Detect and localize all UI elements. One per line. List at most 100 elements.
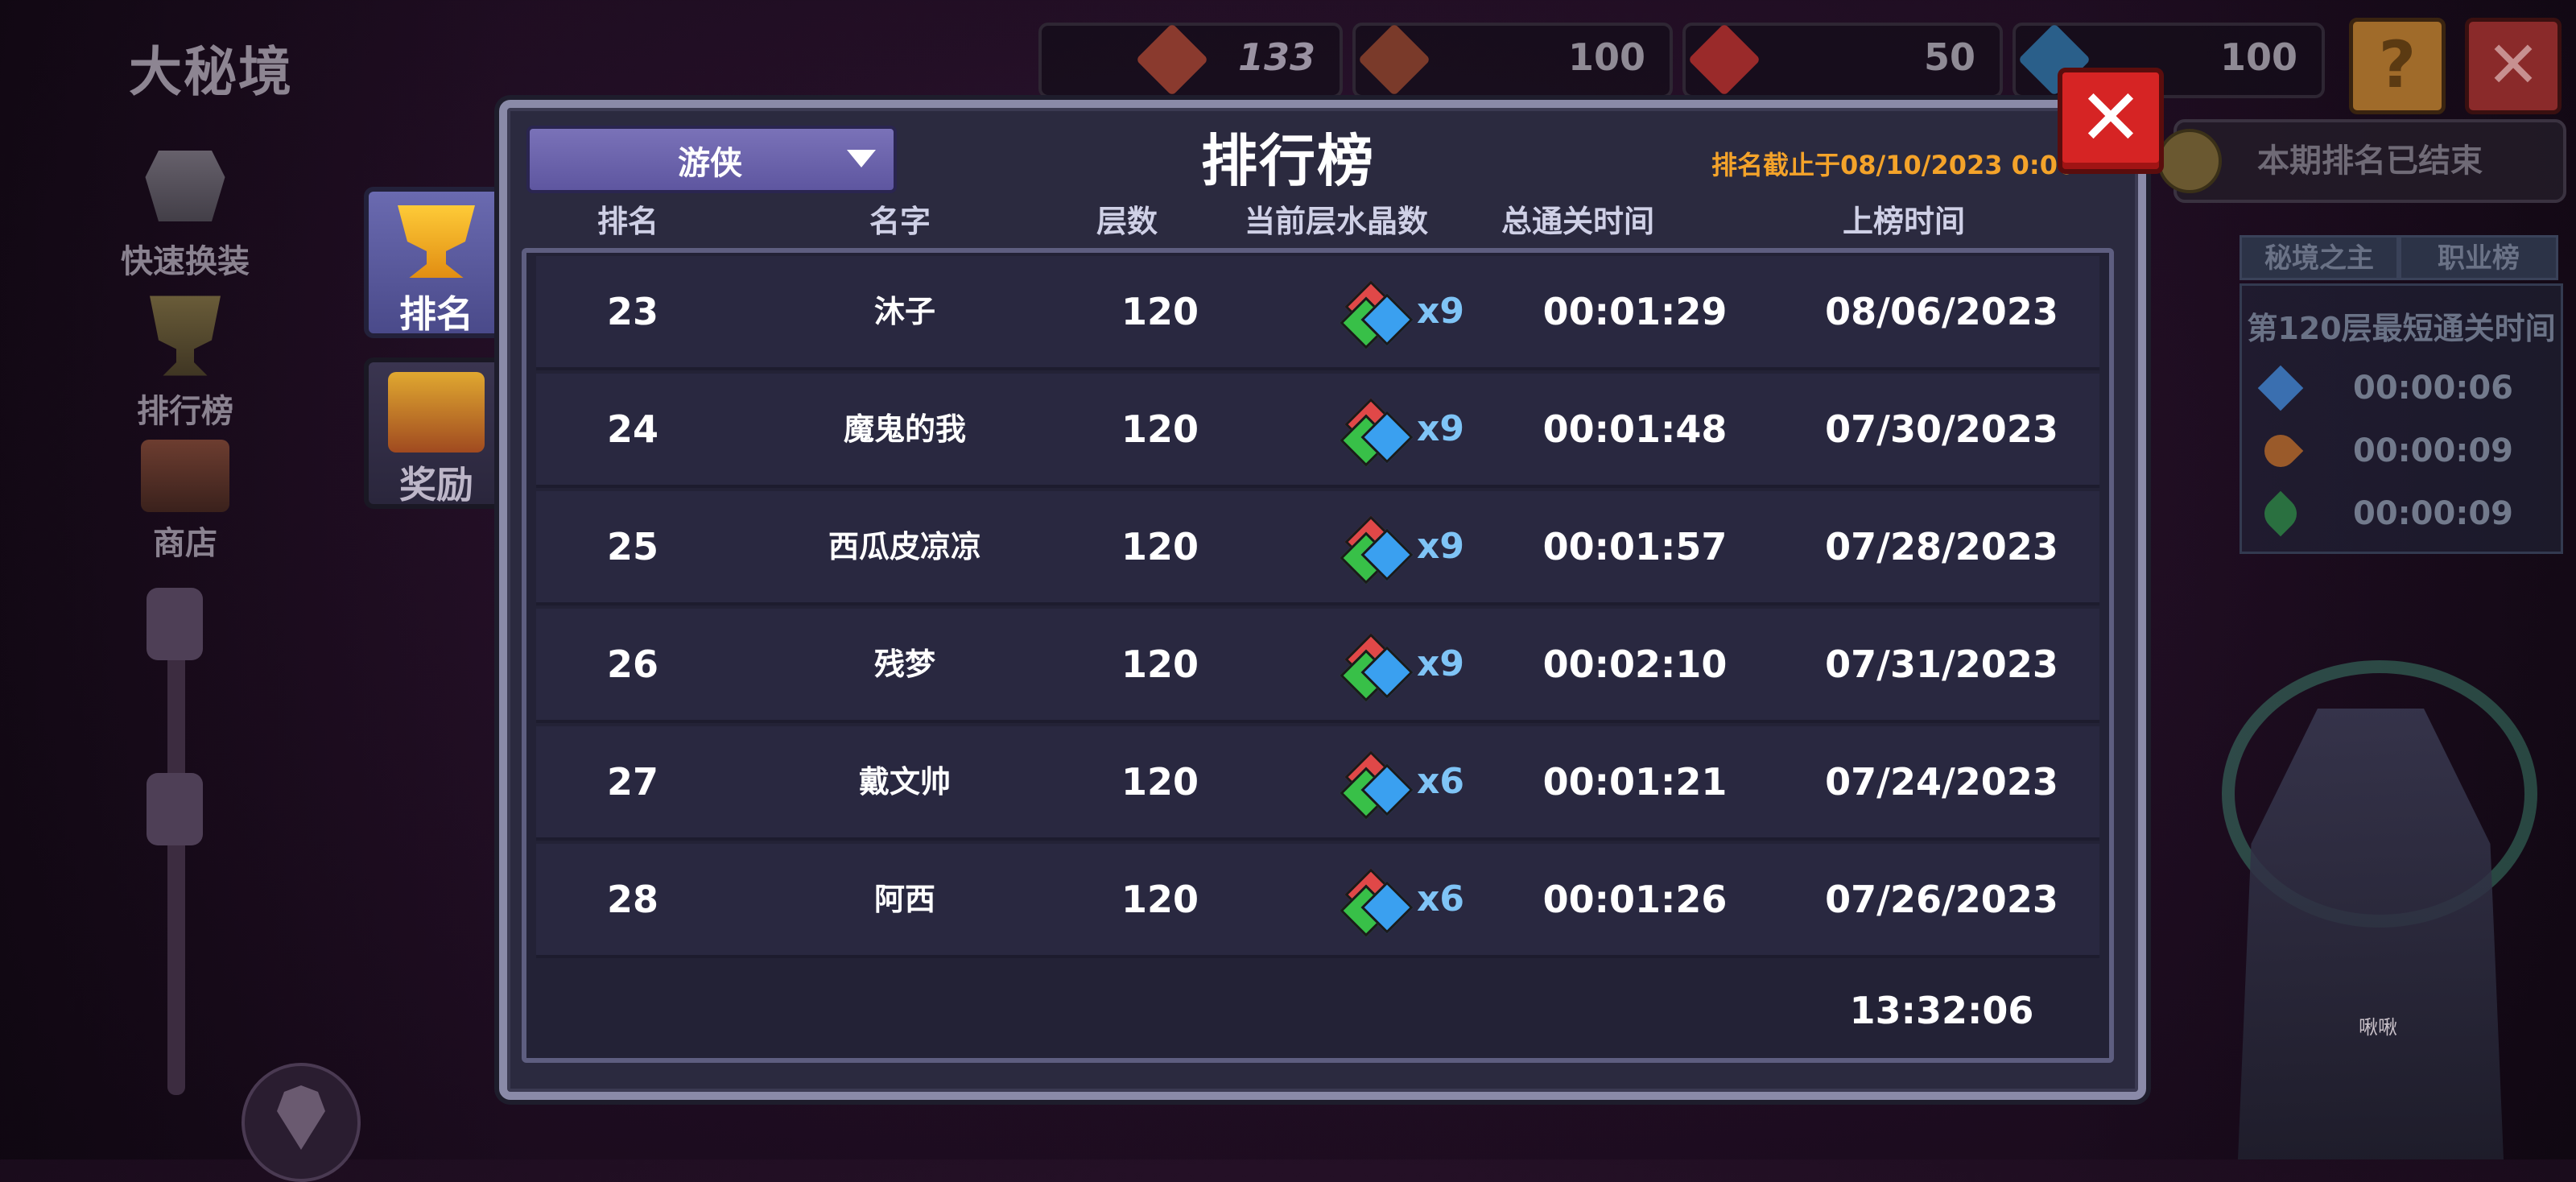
floor-cell: 120 <box>1121 760 1199 804</box>
crystal-cell: x9 <box>1269 374 1486 485</box>
resource-slot-3: 50 <box>1682 23 2003 98</box>
total-time-cell: 00:01:48 <box>1542 407 1728 451</box>
listed-time-cell: 07/31/2023 00:14:04 <box>1825 643 2058 797</box>
table-row[interactable]: 28 阿西 120 x6 00:01:26 07/26/2023 13:32:0… <box>536 844 2099 1032</box>
resource-slot-1: 133 <box>1038 23 1343 98</box>
name-cell: 魔鬼的我 <box>843 411 966 447</box>
col-rank: 排名 <box>597 204 658 239</box>
rank-cell: 28 <box>606 878 658 921</box>
floor-cell: 120 <box>1121 290 1199 333</box>
game-title: 大秘境 <box>129 41 293 103</box>
modal-title: 排行榜 <box>1201 128 1375 194</box>
tab-rank-label: 排名 <box>399 292 473 336</box>
resource-slot-2: 100 <box>1352 23 1673 98</box>
ranking-table[interactable]: 23 沐子 120 x9 00:01:29 08/06/2023 21:47:0… <box>522 248 2114 1063</box>
resource-value: 133 <box>1237 35 1315 79</box>
floor-marker-mid <box>147 773 203 845</box>
crystal-cell: x9 <box>1269 256 1486 367</box>
crystal-count: x9 <box>1417 643 1464 684</box>
crystal-icon <box>1340 398 1415 467</box>
resource-value: 100 <box>1567 35 1645 79</box>
right-tabs: 秘境之主 职业榜 <box>2240 235 2558 280</box>
total-time-cell: 00:01:26 <box>1542 878 1728 921</box>
trophy-icon <box>398 205 475 278</box>
rank-cell: 27 <box>606 760 658 804</box>
class-filter-value: 游侠 <box>678 145 742 182</box>
name-cell: 戴文帅 <box>858 764 951 800</box>
character-display: 啾啾 <box>2174 660 2576 1159</box>
col-crystals: 当前层水晶数 <box>1244 204 1428 239</box>
total-time-cell: 00:01:21 <box>1542 760 1728 804</box>
map-pin-button[interactable] <box>242 1063 361 1182</box>
total-time-cell: 00:01:29 <box>1542 290 1728 333</box>
total-time-cell: 00:01:57 <box>1542 525 1728 568</box>
listed-time-cell: 07/24/2023 22:15:03 <box>1825 760 2058 915</box>
name-cell: 阿西 <box>873 882 935 917</box>
help-button[interactable]: ? <box>2349 18 2446 114</box>
rank-cell: 25 <box>606 525 658 568</box>
gem-icon <box>1357 23 1431 97</box>
crystal-count: x6 <box>1417 761 1464 802</box>
record-time: 00:00:09 <box>2353 495 2513 532</box>
leaderboard-menu-label: 排行榜 <box>137 393 233 430</box>
col-name: 名字 <box>869 204 931 239</box>
shop-icon <box>141 440 229 512</box>
table-row[interactable]: 27 戴文帅 120 x6 00:01:21 07/24/2023 22:15:… <box>536 726 2099 915</box>
table-row[interactable]: 24 魔鬼的我 120 x9 00:01:48 07/30/2023 00:08… <box>536 374 2099 562</box>
treasure-chest-icon <box>388 372 485 453</box>
quick-equip-label: 快速换装 <box>121 243 250 280</box>
exit-button[interactable]: ✕ <box>2465 18 2562 114</box>
close-icon: ✕ <box>2078 72 2144 163</box>
blue-crystal-icon <box>2257 365 2304 411</box>
name-cell: 西瓜皮凉凉 <box>828 529 981 564</box>
crystal-count: x9 <box>1417 291 1464 332</box>
crystal-icon <box>1340 515 1415 585</box>
location-pin-icon <box>277 1085 325 1150</box>
record-row: 00:00:06 <box>2242 365 2561 411</box>
crystal-icon <box>1340 750 1415 820</box>
fire-icon <box>2257 428 2304 474</box>
resource-value: 50 <box>1923 35 1975 79</box>
floor-cell: 120 <box>1121 407 1199 451</box>
floor-cell: 120 <box>1121 525 1199 568</box>
crystal-icon <box>1340 280 1415 349</box>
name-cell: 沐子 <box>873 294 935 329</box>
listed-time-cell: 07/26/2023 13:32:06 <box>1825 878 2058 1032</box>
record-time: 00:00:06 <box>2353 370 2513 407</box>
table-row[interactable]: 26 残梦 120 x9 00:02:10 07/31/2023 00:14:0… <box>536 609 2099 797</box>
shop-button[interactable]: 商店 <box>113 440 258 564</box>
listed-time-cell: 08/06/2023 21:47:03 <box>1825 290 2058 444</box>
tab-reward-label: 奖励 <box>399 463 473 506</box>
name-cell: 残梦 <box>873 647 935 682</box>
record-time: 00:00:09 <box>2353 432 2513 469</box>
floor-marker-top <box>147 588 203 660</box>
tab-rank[interactable]: 排名 <box>364 187 509 338</box>
tab-class-rank[interactable]: 职业榜 <box>2399 235 2558 280</box>
quick-equip-button[interactable]: 快速换装 <box>113 142 258 282</box>
record-row: 00:00:09 <box>2242 490 2561 537</box>
ranking-status: 本期排名已结束 <box>2174 119 2566 203</box>
total-time-cell: 00:02:10 <box>1542 643 1728 686</box>
crystal-cell: x6 <box>1269 844 1486 955</box>
crystal-icon <box>1340 868 1415 937</box>
crystal-cell: x6 <box>1269 726 1486 837</box>
close-modal-button[interactable]: ✕ <box>2058 68 2164 174</box>
col-total-time: 总通关时间 <box>1501 204 1654 239</box>
rank-cell: 24 <box>606 407 658 451</box>
character-name: 啾啾 <box>2359 1016 2397 1039</box>
leaderboard-menu-button[interactable]: 排行榜 <box>113 291 258 432</box>
floor-cell: 120 <box>1121 878 1199 921</box>
table-row[interactable]: 25 西瓜皮凉凉 120 x9 00:01:57 07/28/2023 16:4… <box>536 491 2099 680</box>
clock-icon <box>2157 129 2222 193</box>
chevron-down-icon <box>847 150 876 167</box>
listed-time-cell: 07/28/2023 16:40:32 <box>1825 525 2058 680</box>
tab-realm-master[interactable]: 秘境之主 <box>2240 235 2399 280</box>
crystal-count: x9 <box>1417 408 1464 449</box>
fastest-clear-header: 第120层最短通关时间 <box>2247 311 2556 346</box>
rank-cell: 26 <box>606 643 658 686</box>
table-row[interactable]: 23 沐子 120 x9 00:01:29 08/06/2023 21:47:0… <box>536 256 2099 444</box>
floor-cell: 120 <box>1121 643 1199 686</box>
crystal-count: x9 <box>1417 526 1464 567</box>
class-filter-dropdown[interactable]: 游侠 <box>526 126 897 193</box>
tab-reward[interactable]: 奖励 <box>364 357 509 509</box>
